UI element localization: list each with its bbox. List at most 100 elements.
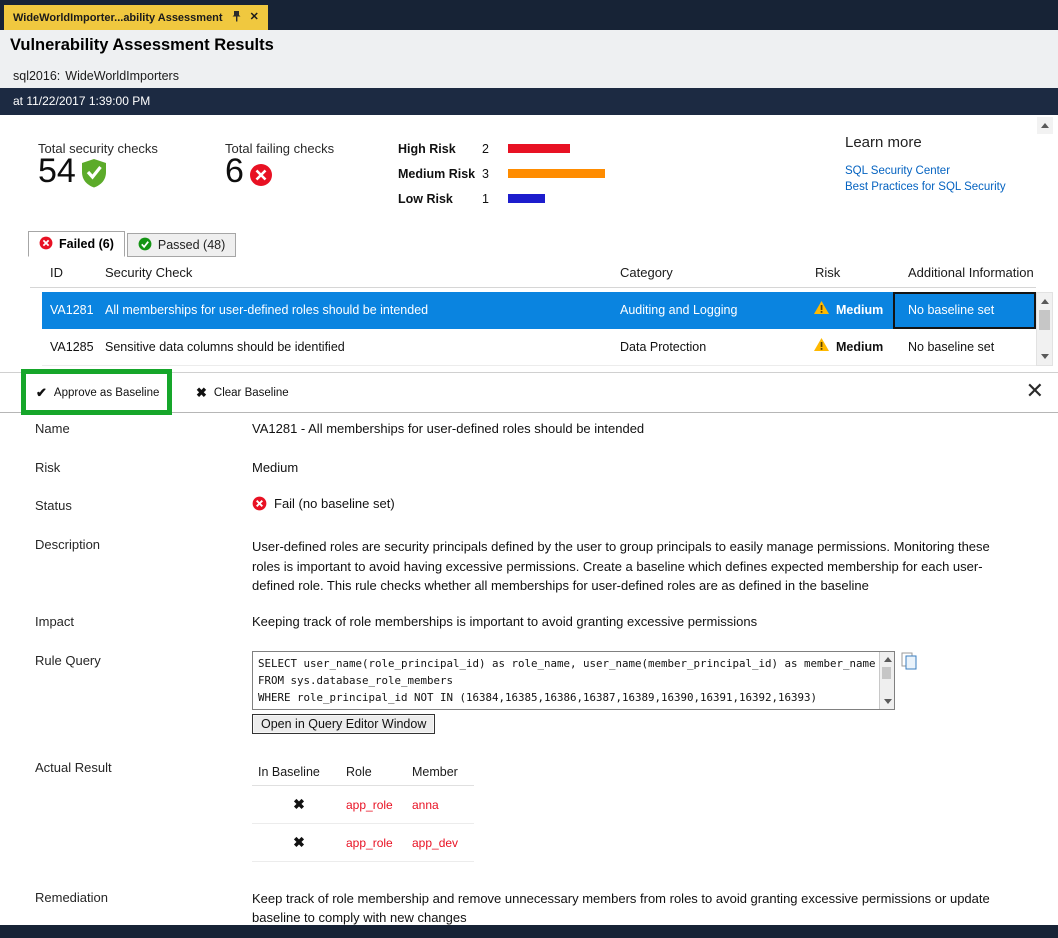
- detail-value-name: VA1281 - All memberships for user-define…: [252, 421, 644, 436]
- fail-circle-icon: [249, 163, 273, 192]
- tab-failed[interactable]: Failed (6): [28, 231, 125, 257]
- document-tab[interactable]: WideWorldImporter...ability Assessment ✕: [4, 5, 268, 30]
- detail-value-risk: Medium: [252, 460, 298, 475]
- result-tabs: Failed (6) Passed (48): [28, 231, 236, 257]
- tab-failed-label: Failed (6): [59, 237, 114, 251]
- query-scrollbar[interactable]: [879, 652, 894, 709]
- detail-value-impact: Keeping track of role memberships is imp…: [252, 614, 757, 629]
- grid-column-header-risk: Risk: [815, 265, 840, 280]
- server-database: sql2016:WideWorldImporters: [13, 69, 179, 83]
- detail-label-rule-query: Rule Query: [35, 653, 101, 668]
- tab-passed-label: Passed (48): [158, 238, 225, 252]
- query-line: SELECT user_name(role_principal_id) as r…: [258, 655, 876, 672]
- pass-icon: [138, 237, 152, 254]
- row-risk-text: Medium: [836, 329, 883, 366]
- grid-column-header-id: ID: [50, 265, 63, 280]
- risk-bar: [508, 144, 570, 153]
- scroll-up-icon: [1041, 123, 1049, 128]
- detail-label-impact: Impact: [35, 614, 74, 629]
- result-table-header: In Baseline Role Member: [252, 758, 474, 786]
- row-security-check: Sensitive data columns should be identif…: [105, 329, 345, 366]
- grid-column-header-category: Category: [620, 265, 673, 280]
- detail-label-status: Status: [35, 498, 72, 513]
- grid-row[interactable]: VA1285 Sensitive data columns should be …: [42, 329, 1036, 366]
- cross-icon: ✖: [252, 834, 346, 851]
- row-risk: Medium: [814, 329, 883, 366]
- tab-close-icon[interactable]: ✕: [250, 12, 259, 23]
- risk-row: Low Risk1: [398, 186, 605, 211]
- shield-check-icon: [81, 158, 107, 193]
- result-row: ✖ app_role app_dev: [252, 824, 474, 862]
- grid-header: ID Security Check Category Risk Addition…: [30, 258, 1036, 288]
- result-member: app_dev: [412, 836, 474, 850]
- scroll-down-icon: [884, 699, 892, 704]
- tab-passed[interactable]: Passed (48): [127, 233, 236, 257]
- scroll-down-button[interactable]: [1037, 349, 1052, 364]
- learn-more-title: Learn more: [845, 134, 922, 151]
- page-title: Vulnerability Assessment Results: [10, 36, 274, 55]
- risk-legend: High Risk2Medium Risk3Low Risk1: [398, 136, 605, 211]
- risk-label: High Risk: [398, 142, 482, 156]
- failing-checks-value: 6: [225, 152, 273, 191]
- row-category: Auditing and Logging: [620, 292, 737, 329]
- link-sql-security-center[interactable]: SQL Security Center: [845, 163, 1006, 179]
- result-role: app_role: [346, 798, 412, 812]
- page-scrollbar-up[interactable]: [1037, 117, 1053, 134]
- open-in-query-editor-button[interactable]: Open in Query Editor Window: [252, 714, 435, 734]
- risk-count: 2: [482, 142, 508, 156]
- approve-as-baseline-button[interactable]: ✔ Approve as Baseline: [36, 373, 159, 412]
- server-label: sql2016:: [13, 69, 60, 83]
- approve-as-baseline-label: Approve as Baseline: [54, 387, 159, 399]
- row-additional-info: No baseline set: [908, 292, 994, 329]
- copy-icon[interactable]: [901, 652, 917, 675]
- close-details-button[interactable]: ✕: [1026, 378, 1044, 404]
- result-header-member: Member: [412, 765, 474, 779]
- scroll-up-icon: [884, 657, 892, 662]
- scroll-thumb[interactable]: [882, 667, 891, 679]
- remediation-text: Keep track of role membership and remove…: [252, 889, 1018, 927]
- result-role: app_role: [346, 836, 412, 850]
- result-table: In Baseline Role Member ✖ app_role anna …: [252, 758, 474, 862]
- row-id: VA1281: [50, 292, 94, 329]
- grid-column-header-additional-information: Additional Information: [908, 265, 1034, 280]
- learn-more-links: SQL Security Center Best Practices for S…: [845, 163, 1006, 195]
- risk-row: Medium Risk3: [398, 161, 605, 186]
- detail-label-actual-result: Actual Result: [35, 760, 112, 775]
- vulnerability-assessment-window: WideWorldImporter...ability Assessment ✕…: [0, 0, 1058, 938]
- document-tab-bar: WideWorldImporter...ability Assessment ✕: [0, 0, 1058, 30]
- bottom-bar: [0, 925, 1058, 938]
- query-line: FROM sys.database_role_members: [258, 672, 876, 689]
- pin-icon[interactable]: [231, 11, 242, 25]
- clear-baseline-button[interactable]: ✖ Clear Baseline: [196, 373, 289, 412]
- baseline-toolbar: ✔ Approve as Baseline ✖ Clear Baseline ✕: [0, 372, 1058, 413]
- query-line: WHERE role_principal_id NOT IN (16384,16…: [258, 689, 876, 706]
- row-category: Data Protection: [620, 329, 706, 366]
- scroll-up-button[interactable]: [880, 652, 895, 667]
- result-header-in-baseline: In Baseline: [252, 765, 346, 779]
- row-risk: Medium: [814, 292, 883, 329]
- failing-checks-number: 6: [225, 152, 244, 191]
- grid-scrollbar[interactable]: [1036, 292, 1053, 366]
- detail-label-risk: Risk: [35, 460, 60, 475]
- x-icon: ✖: [196, 385, 207, 401]
- result-row: ✖ app_role anna: [252, 786, 474, 824]
- grid-column-header-security-check: Security Check: [105, 265, 192, 280]
- fail-icon: [39, 236, 53, 253]
- timestamp-bar: at 11/22/2017 1:39:00 PM: [0, 88, 1058, 115]
- warning-icon: [814, 329, 829, 366]
- risk-label: Low Risk: [398, 192, 482, 206]
- scroll-down-button[interactable]: [880, 694, 895, 709]
- row-id: VA1285: [50, 329, 94, 366]
- result-member: anna: [412, 798, 474, 812]
- link-best-practices[interactable]: Best Practices for SQL Security: [845, 179, 1006, 195]
- risk-bar: [508, 169, 605, 178]
- total-checks-value: 54: [38, 152, 107, 191]
- document-tab-label: WideWorldImporter...ability Assessment: [13, 12, 223, 24]
- grid-row-selected[interactable]: VA1281 All memberships for user-defined …: [42, 292, 1036, 329]
- rule-query-box: SELECT user_name(role_principal_id) as r…: [252, 651, 895, 710]
- scroll-up-button[interactable]: [1037, 294, 1052, 309]
- scroll-thumb[interactable]: [1039, 310, 1050, 330]
- row-risk-text: Medium: [836, 292, 883, 329]
- row-security-check: All memberships for user-defined roles s…: [105, 292, 428, 329]
- risk-row: High Risk2: [398, 136, 605, 161]
